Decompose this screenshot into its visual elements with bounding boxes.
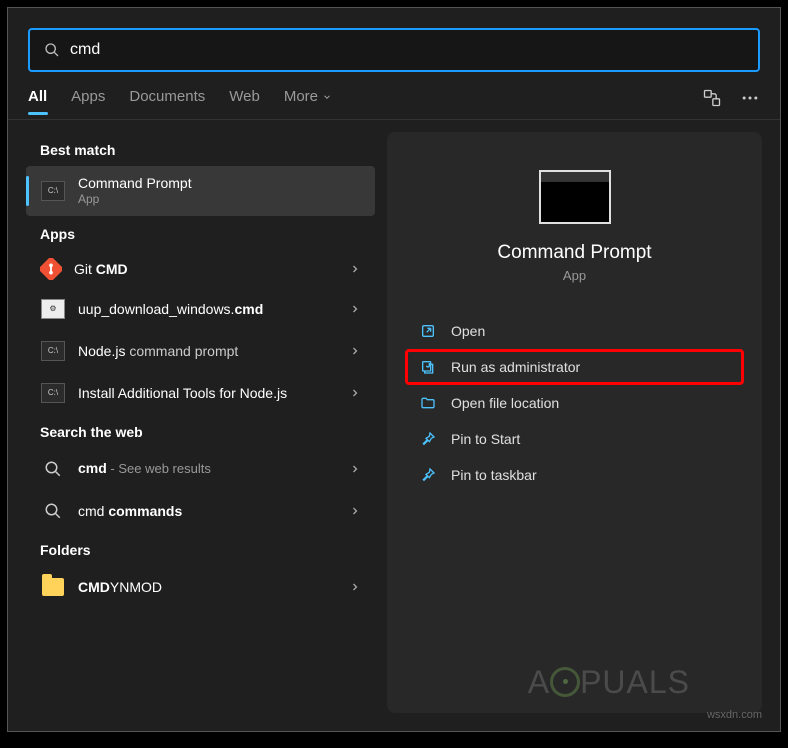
pin-icon xyxy=(419,430,437,448)
pin-icon xyxy=(419,466,437,484)
filter-tabs-row: All Apps Documents Web More xyxy=(8,72,780,120)
app-result-uup-download[interactable]: ⚙ uup_download_windows.cmd xyxy=(26,288,375,330)
action-label: Open xyxy=(451,323,485,339)
app-result-git-cmd[interactable]: Git CMD xyxy=(26,250,375,288)
cmd-app-icon: C:\ xyxy=(40,338,66,364)
chevron-right-icon xyxy=(349,303,361,315)
tab-documents[interactable]: Documents xyxy=(129,88,205,115)
app-type: App xyxy=(563,268,586,283)
action-label: Run as administrator xyxy=(451,359,580,375)
result-subtitle: App xyxy=(78,192,361,208)
details-panel: Command Prompt App Open Run as administr… xyxy=(387,132,762,713)
action-label: Open file location xyxy=(451,395,559,411)
action-pin-to-start[interactable]: Pin to Start xyxy=(405,421,744,457)
tab-web[interactable]: Web xyxy=(229,88,260,115)
action-run-as-administrator[interactable]: Run as administrator xyxy=(405,349,744,385)
search-icon xyxy=(40,456,66,482)
chevron-right-icon xyxy=(349,263,361,275)
tab-more[interactable]: More xyxy=(284,88,332,115)
action-open-file-location[interactable]: Open file location xyxy=(405,385,744,421)
section-header-web: Search the web xyxy=(26,414,375,448)
git-icon xyxy=(40,258,62,280)
section-header-folders: Folders xyxy=(26,532,375,566)
chevron-right-icon xyxy=(349,345,361,357)
share-flow-icon[interactable] xyxy=(702,88,722,108)
more-options-icon[interactable] xyxy=(740,88,760,108)
app-result-nodejs-cmd[interactable]: C:\ Node.js command prompt xyxy=(26,330,375,372)
shield-icon xyxy=(419,358,437,376)
result-title: Command Prompt xyxy=(78,174,361,192)
open-icon xyxy=(419,322,437,340)
folder-open-icon xyxy=(419,394,437,412)
chevron-right-icon xyxy=(349,505,361,517)
watermark-logo: APUALS xyxy=(528,664,690,701)
best-match-item[interactable]: C:\ Command Prompt App xyxy=(26,166,375,216)
chevron-down-icon xyxy=(322,92,332,102)
chevron-right-icon xyxy=(349,581,361,593)
web-result-cmd[interactable]: cmd - See web results xyxy=(26,448,375,490)
action-label: Pin to Start xyxy=(451,431,520,447)
section-header-apps: Apps xyxy=(26,216,375,250)
tab-apps[interactable]: Apps xyxy=(71,88,105,115)
cmd-app-icon: C:\ xyxy=(40,380,66,406)
search-input[interactable] xyxy=(70,41,744,59)
search-icon xyxy=(44,42,60,58)
app-result-node-tools[interactable]: C:\ Install Additional Tools for Node.js xyxy=(26,372,375,414)
cmd-file-icon: ⚙ xyxy=(40,296,66,322)
search-icon xyxy=(40,498,66,524)
action-label: Pin to taskbar xyxy=(451,467,537,483)
watermark-text: wsxdn.com xyxy=(707,709,762,721)
cmd-app-icon: C:\ xyxy=(40,178,66,204)
chevron-right-icon xyxy=(349,463,361,475)
web-result-cmd-commands[interactable]: cmd commands xyxy=(26,490,375,532)
tab-all[interactable]: All xyxy=(28,88,47,115)
folder-icon xyxy=(40,574,66,600)
search-bar[interactable] xyxy=(28,28,760,72)
action-pin-to-taskbar[interactable]: Pin to taskbar xyxy=(405,457,744,493)
results-panel: Best match C:\ Command Prompt App Apps G… xyxy=(8,120,383,731)
app-name: Command Prompt xyxy=(497,242,651,264)
chevron-right-icon xyxy=(349,387,361,399)
action-open[interactable]: Open xyxy=(405,313,744,349)
app-thumbnail xyxy=(539,170,611,224)
section-header-best-match: Best match xyxy=(26,132,375,166)
folder-result[interactable]: CMDYNMOD xyxy=(26,566,375,608)
